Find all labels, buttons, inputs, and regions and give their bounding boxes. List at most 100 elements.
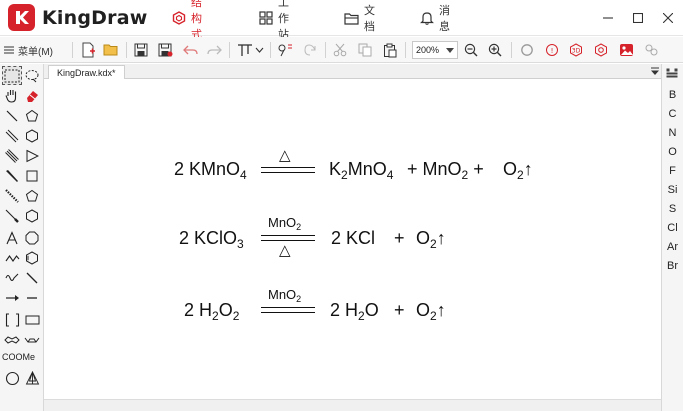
boat-template-tool[interactable]: [22, 330, 42, 349]
benzene-tool[interactable]: [22, 248, 42, 267]
share-button[interactable]: [641, 40, 661, 60]
nav-documents[interactable]: 文档: [344, 0, 376, 36]
eraser-tool[interactable]: [22, 86, 42, 105]
circle-shape-tool[interactable]: [2, 369, 22, 388]
lasso-tool[interactable]: [22, 66, 42, 85]
zoom-out-button[interactable]: [461, 40, 481, 60]
minimize-button[interactable]: [593, 0, 623, 36]
hash-bond-tool[interactable]: [2, 186, 22, 205]
triangle-tool[interactable]: [22, 146, 42, 165]
maximize-icon: [633, 13, 643, 23]
eq1-product-mno2[interactable]: + MnO2 +: [407, 159, 484, 181]
eq1-product-k2mno4[interactable]: K2MnO4: [329, 159, 393, 181]
cut-button[interactable]: [330, 40, 350, 60]
stereo-button[interactable]: 3D: [566, 40, 586, 60]
nav-workstation[interactable]: 工作站: [259, 0, 291, 41]
eq3-product-o2[interactable]: O2↑: [416, 300, 446, 322]
svg-text:!: !: [551, 47, 554, 55]
tab-list-icon[interactable]: [651, 67, 659, 76]
element-panel: B C N O F Si S Cl Ar Br: [661, 64, 683, 411]
kingdraw-logo-icon: [8, 4, 35, 31]
zoom-in-button[interactable]: [485, 40, 505, 60]
eq3-equals-sign[interactable]: [261, 307, 315, 313]
atom-label-tool[interactable]: [2, 228, 22, 247]
eq2-condition-catalyst[interactable]: MnO2: [268, 215, 301, 232]
rect-select-tool[interactable]: [2, 66, 22, 85]
minimize-icon: [603, 17, 613, 19]
element-s[interactable]: S: [662, 203, 683, 215]
rotate-button[interactable]: [300, 40, 320, 60]
save-button[interactable]: [131, 40, 151, 60]
align-dropdown[interactable]: [236, 40, 266, 60]
eq3-condition-catalyst[interactable]: MnO2: [268, 287, 301, 304]
new-file-button[interactable]: [78, 40, 98, 60]
wedge-bond-tool[interactable]: [2, 166, 22, 185]
eq2-reactant[interactable]: 2 KClO3: [179, 228, 244, 250]
eq1-product-o2[interactable]: O2↑: [503, 159, 533, 181]
zoom-in-icon: [488, 43, 502, 57]
element-br[interactable]: Br: [662, 260, 683, 272]
document-tab[interactable]: KingDraw.kdx*: [48, 65, 125, 79]
eq2-condition-heat[interactable]: △: [279, 241, 291, 259]
undo-button[interactable]: [180, 40, 200, 60]
share-icon: [645, 44, 657, 56]
bracket-tool[interactable]: [2, 310, 22, 329]
3d-shape-tool[interactable]: [22, 369, 42, 388]
dash-tool[interactable]: [22, 288, 42, 307]
ring-tool-button[interactable]: [517, 40, 537, 60]
horizontal-scrollbar[interactable]: [44, 399, 661, 411]
nav-messages[interactable]: 消息: [420, 0, 452, 36]
close-button[interactable]: [653, 0, 683, 36]
copy-button[interactable]: [355, 40, 375, 60]
paste-button[interactable]: [380, 40, 400, 60]
curve-tool[interactable]: [2, 268, 22, 287]
drawing-canvas[interactable]: 2 KMnO4 △ K2MnO4 + MnO2 + O2↑ 2 KClO3 Mn…: [44, 79, 661, 399]
single-bond-tool[interactable]: [2, 106, 22, 125]
square-ring-tool[interactable]: [22, 166, 42, 185]
element-f[interactable]: F: [662, 165, 683, 177]
element-si[interactable]: Si: [662, 184, 683, 196]
reaction-arrow-button[interactable]: [275, 40, 295, 60]
image-tool-button[interactable]: [616, 40, 636, 60]
app-name: KingDraw: [42, 6, 148, 29]
eq1-reactant[interactable]: 2 KMnO4: [174, 159, 247, 181]
double-bond-tool[interactable]: [2, 126, 22, 145]
pentagon-ring-alt-tool[interactable]: [22, 186, 42, 205]
menu-button[interactable]: 菜单(M): [4, 40, 53, 60]
maximize-button[interactable]: [623, 0, 653, 36]
eq2-product-o2[interactable]: O2↑: [416, 228, 446, 250]
chain-tool[interactable]: [2, 248, 22, 267]
line-tool[interactable]: [22, 268, 42, 287]
element-c[interactable]: C: [662, 108, 683, 120]
eq3-reactant[interactable]: 2 H2O2: [184, 300, 239, 322]
hexagon-ring-alt-tool[interactable]: [22, 206, 42, 225]
rectangle-shape-tool[interactable]: [22, 310, 42, 329]
save-as-button[interactable]: [155, 40, 175, 60]
pentagon-ring-tool[interactable]: [22, 106, 42, 125]
element-ar[interactable]: Ar: [662, 241, 683, 253]
element-b[interactable]: B: [662, 89, 683, 101]
eq1-equals-sign[interactable]: [261, 167, 315, 173]
chiral-center-button[interactable]: !: [542, 40, 562, 60]
coome-template[interactable]: COOMe: [2, 352, 35, 362]
element-o[interactable]: O: [662, 146, 683, 158]
redo-button[interactable]: [204, 40, 224, 60]
hand-tool[interactable]: [2, 86, 22, 105]
chair-template-tool[interactable]: [2, 330, 22, 349]
hexagon-ring-tool[interactable]: [22, 126, 42, 145]
zoom-select[interactable]: 200%: [412, 41, 458, 59]
periodic-table-icon[interactable]: [666, 68, 678, 78]
nav-structure[interactable]: 结构式: [172, 0, 204, 41]
arrow-tool[interactable]: [2, 288, 22, 307]
search-structure-button[interactable]: [591, 40, 611, 60]
open-file-button[interactable]: [101, 40, 121, 60]
triple-bond-tool[interactable]: [2, 146, 22, 165]
element-n[interactable]: N: [662, 127, 683, 139]
bold-bond-tool[interactable]: [2, 206, 22, 225]
eq2-product-kcl[interactable]: 2 KCl: [331, 228, 375, 248]
octagon-ring-tool[interactable]: [22, 228, 42, 247]
eq3-product-h2o[interactable]: 2 H2O: [330, 300, 379, 322]
element-cl[interactable]: Cl: [662, 222, 683, 234]
square-icon: [26, 170, 38, 181]
eq1-condition-heat[interactable]: △: [279, 146, 291, 164]
